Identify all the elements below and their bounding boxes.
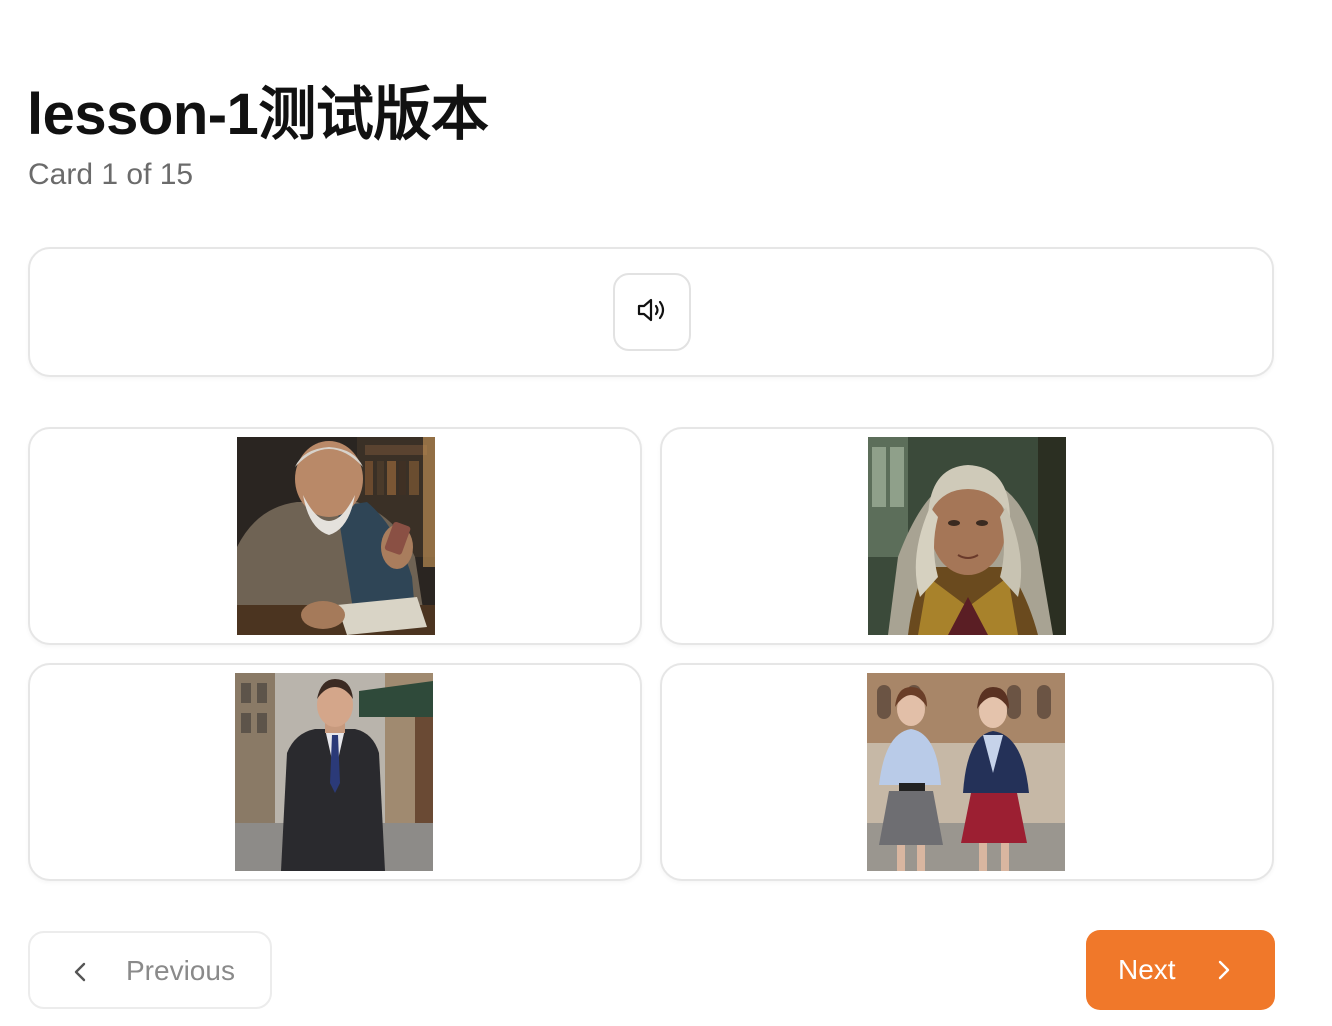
- answer-option-4[interactable]: [660, 663, 1274, 881]
- elderly-woman-portrait-image: [868, 437, 1066, 635]
- answer-option-2[interactable]: [660, 427, 1274, 645]
- previous-button-label: Previous: [126, 955, 235, 986]
- play-audio-button[interactable]: [613, 273, 691, 351]
- chevron-right-icon: [1214, 957, 1234, 988]
- next-button[interactable]: Next: [1086, 930, 1275, 1010]
- card-progress: Card 1 of 15: [28, 158, 194, 191]
- speaker-volume-icon: [636, 296, 668, 329]
- two-women-in-school-uniforms-image: [867, 673, 1065, 871]
- flashcard-page: lesson-1测试版本 Card 1 of 15 Previous Next: [0, 0, 1332, 1026]
- lesson-title: lesson-1测试版本: [27, 82, 489, 147]
- answer-option-3[interactable]: [28, 663, 642, 881]
- audio-prompt-card: [28, 247, 1274, 377]
- previous-button[interactable]: Previous: [28, 931, 272, 1009]
- next-button-label: Next: [1118, 954, 1176, 985]
- chevron-left-icon: [70, 959, 90, 990]
- answer-option-1[interactable]: [28, 427, 642, 645]
- man-in-suit-on-street-image: [235, 673, 433, 871]
- elderly-man-writing-at-desk-image: [237, 437, 435, 635]
